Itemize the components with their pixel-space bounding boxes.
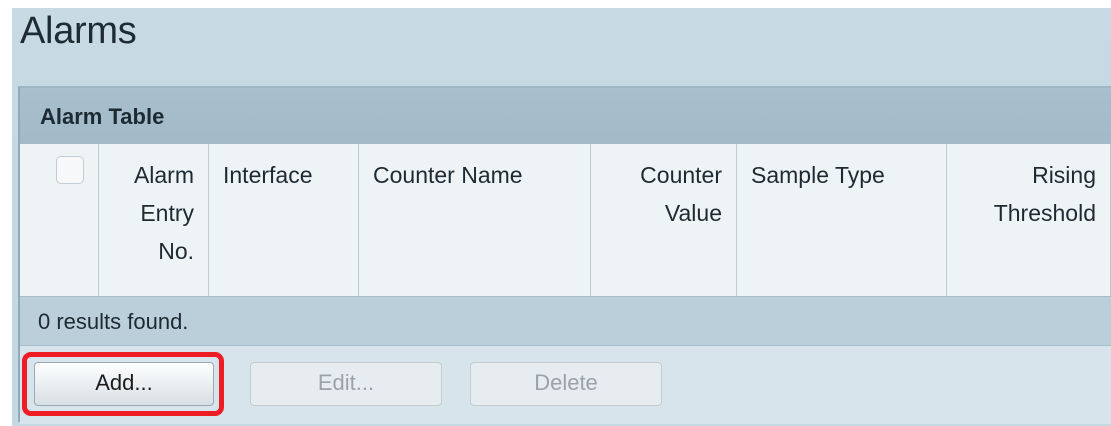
column-header-rising-threshold-line1: Rising [1032,162,1096,188]
column-header-alarm-entry-no-line1: Alarm [133,162,194,188]
column-header-counter-value-line1: Counter [640,162,722,188]
column-header-counter-value: Counter Value [590,144,737,296]
left-margin [0,0,12,426]
alarm-table-panel: Alarm Table Alarm Entry No. Interface Co… [18,86,1111,424]
table-header-row: Alarm Entry No. Interface Counter Name C… [20,144,1111,296]
edit-button[interactable]: Edit... [250,362,442,406]
column-header-rising-threshold-line2: Threshold [993,200,1096,226]
alarm-table-header-bar: Alarm Table [20,88,1111,144]
select-all-column-header [20,144,99,296]
delete-button[interactable]: Delete [470,362,662,406]
alarms-page: Alarms Alarm Table Alarm Entry No. Inter… [0,0,1111,426]
column-header-alarm-entry-no: Alarm Entry No. [98,144,209,296]
add-button[interactable]: Add... [34,362,214,406]
column-header-counter-value-line2: Value [664,200,722,226]
alarm-table-title: Alarm Table [40,104,165,129]
column-header-interface: Interface [208,144,359,296]
column-header-alarm-entry-no-line3: No. [158,238,194,264]
column-header-alarm-entry-no-line2: Entry [140,200,194,226]
results-count-text: 0 results found. [38,309,189,334]
results-bar: 0 results found. [20,296,1111,346]
select-all-checkbox[interactable] [56,156,84,184]
column-header-counter-name: Counter Name [358,144,591,296]
column-header-sample-type: Sample Type [736,144,947,296]
column-header-rising-threshold: Rising Threshold [946,144,1111,296]
table-action-bar: Add... Edit... Delete [20,346,1111,424]
alarm-table: Alarm Entry No. Interface Counter Name C… [20,144,1111,296]
top-margin [0,0,1111,8]
page-title: Alarms [20,10,137,52]
